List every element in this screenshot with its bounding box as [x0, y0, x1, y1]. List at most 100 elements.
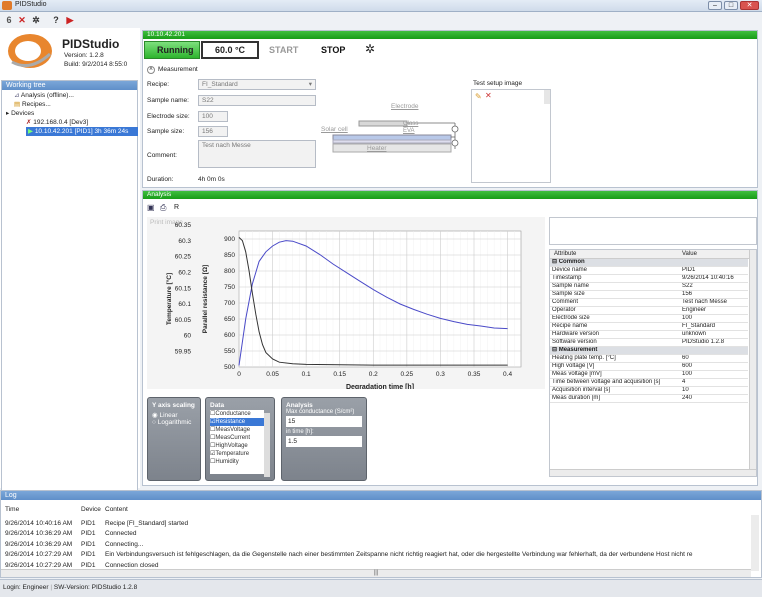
property-attribute: Operator [550, 306, 680, 315]
data-checkbox-resistance[interactable]: ☑Resistance [210, 418, 264, 426]
in-time-label: in time [h]: [286, 429, 314, 435]
log-col-time[interactable]: Time [5, 504, 81, 515]
log-row[interactable]: 9/26/2014 10:36:29 AM PID1 Connected [5, 529, 745, 540]
data-checkbox-highvoltage[interactable]: ☐HighVoltage [210, 442, 264, 450]
max-conductance-field[interactable]: 15 [286, 416, 362, 427]
measurement-collapse-icon[interactable]: ˄ [147, 66, 155, 74]
comment-field[interactable]: Test nach Messe [198, 140, 316, 168]
value-column-header[interactable]: Value [680, 250, 697, 258]
tree-item-device-dev3[interactable]: ✗ 192.168.0.4 [Dev3] [26, 118, 88, 127]
maximize-button[interactable]: □ [724, 1, 738, 10]
exit-icon[interactable]: ▶ [64, 14, 76, 26]
property-row[interactable]: Recipe name FI_Standard [550, 322, 748, 331]
log-hscrollbar[interactable]: ||| [1, 569, 751, 577]
log-row[interactable]: 9/26/2014 10:40:16 AM PID1 Recipe [FI_Stan… [5, 518, 745, 529]
connect-icon[interactable]: 6 [3, 14, 15, 26]
tree-item-device-pid1[interactable]: ▶ 10.10.42.201 [PID1] 3h 36m 24s [26, 127, 138, 136]
property-row[interactable]: Electrode size 100 [550, 314, 748, 323]
property-row[interactable]: Meas voltage [mV] 100 [550, 370, 748, 379]
property-attribute: Timestamp [550, 274, 680, 283]
attribute-column-header[interactable]: Attribute [550, 250, 680, 258]
save-chart-icon[interactable]: ▣ [147, 203, 155, 212]
electrode-size-field[interactable]: 100 [198, 111, 228, 122]
yaxis-scaling-title: Y axis scaling [152, 402, 195, 409]
sample-name-field[interactable]: S22 [198, 95, 316, 106]
close-button[interactable]: ✕ [740, 1, 759, 10]
help-icon[interactable]: ? [50, 14, 62, 26]
property-section[interactable]: ⊟ Common [550, 259, 748, 267]
property-value: FI_Standard [680, 322, 748, 331]
tree-item-analysis[interactable]: ⊿ Analysis (offline)... [14, 91, 74, 100]
remove-image-icon[interactable]: ✕ [485, 91, 492, 100]
minimize-button[interactable]: – [708, 1, 722, 10]
property-row[interactable]: Operator Engineer [550, 306, 748, 315]
property-row[interactable]: Acquisition interval [s] 10 [550, 386, 748, 395]
data-item-label: HighVoltage [215, 443, 248, 449]
measurement-title: Measurement [158, 66, 198, 73]
analysis-params-title: Analysis [286, 402, 313, 409]
in-time-field[interactable]: 1.5 [286, 436, 362, 447]
property-row[interactable]: Comment Test nach Messe [550, 298, 748, 307]
start-button[interactable]: START [269, 45, 298, 55]
log-col-device[interactable]: Device [81, 504, 105, 515]
disconnect-icon[interactable]: ✕ [16, 14, 28, 26]
property-attribute: Device name [550, 266, 680, 275]
temperature-tick-label: 59.95 [175, 349, 192, 356]
image-vscrollbar[interactable] [544, 90, 550, 104]
property-value: PID1 [680, 266, 748, 275]
stop-button[interactable]: STOP [321, 45, 345, 55]
resistance-tick-label: 750 [224, 284, 235, 291]
linear-radio[interactable]: ◉ Linear [152, 411, 196, 419]
tree-item-label: 192.168.0.4 [Dev3] [33, 119, 89, 126]
property-row[interactable]: Meas duration [m] 240 [550, 394, 748, 403]
property-row[interactable]: Hardware version unknown [550, 330, 748, 339]
property-value: 156 [680, 290, 748, 299]
property-row[interactable]: Heating plate temp. [°C] 60 [550, 354, 748, 363]
tree-item-recipes[interactable]: ▤ Recipes... [14, 100, 51, 109]
temperature-tick-label: 60.05 [175, 317, 192, 324]
x-tick-label: 0.4 [503, 371, 512, 378]
property-row[interactable]: High voltage [V] 600 [550, 362, 748, 371]
sample-size-field[interactable]: 156 [198, 126, 228, 137]
property-attribute: Sample size [550, 290, 680, 299]
property-row[interactable]: Time between voltage and acquisition [s]… [550, 378, 748, 387]
logarithmic-label: Logarithmic [157, 419, 192, 426]
property-row[interactable]: Timestamp 9/26/2014 10:40:16 [550, 274, 748, 283]
print-icon[interactable]: ⎙ [160, 203, 166, 213]
data-item-label: Conductance [215, 411, 251, 417]
data-checkbox-measvoltage[interactable]: ☐MeasVoltage [210, 426, 264, 434]
data-group: Data ☐Conductance ☑Resistance ☐MeasVoltage… [205, 397, 275, 481]
device-settings-icon[interactable]: ✲ [365, 42, 375, 56]
tree-item-devices[interactable]: ▸ Devices [6, 109, 34, 118]
logarithmic-radio[interactable]: ○ Logarithmic [152, 419, 196, 426]
recipe-select[interactable]: FI_Standard ▾ [198, 79, 316, 90]
log-col-content[interactable]: Content [105, 504, 745, 515]
load-image-icon[interactable]: ✎ [475, 92, 482, 101]
property-section[interactable]: ⊟ Measurement [550, 346, 748, 355]
settings-icon[interactable]: ✲ [30, 14, 42, 26]
data-list-scrollbar[interactable] [264, 413, 270, 477]
sidebar: PIDStudio Version: 1.2.8 Build: 9/2/2014… [0, 28, 140, 508]
property-attribute: Heating plate temp. [°C] [550, 354, 680, 363]
property-row[interactable]: Sample name S22 [550, 282, 748, 291]
status-running-indicator: Running [144, 41, 200, 59]
r-button[interactable]: R [174, 204, 179, 211]
data-checkbox-conductance[interactable]: ☐Conductance [210, 410, 264, 418]
properties-vscrollbar[interactable] [749, 250, 756, 470]
log-row[interactable]: 9/26/2014 10:36:29 AM PID1 Connecting... [5, 539, 745, 550]
properties-hscrollbar[interactable] [550, 469, 756, 476]
property-row[interactable]: Software version PIDStudio 1.2.8 [550, 338, 748, 347]
property-row[interactable]: Sample size 156 [550, 290, 748, 299]
data-checkbox-temperature[interactable]: ☑Temperature [210, 450, 264, 458]
resistance-tick-label: 800 [224, 268, 235, 275]
log-vscrollbar[interactable] [751, 515, 759, 571]
x-tick-label: 0.2 [369, 371, 378, 378]
resistance-tick-label: 900 [224, 236, 235, 243]
resistance-tick-label: 600 [224, 332, 235, 339]
log-row[interactable]: 9/26/2014 10:27:29 AM PID1 Ein Verbindungs… [5, 550, 745, 561]
x-tick-label: 0 [237, 371, 241, 378]
data-checkbox-meascurrent[interactable]: ☐MeasCurrent [210, 434, 264, 442]
property-row[interactable]: Device name PID1 [550, 266, 748, 275]
property-value: 100 [680, 370, 748, 379]
data-checkbox-humidity[interactable]: ☐Humidity [210, 458, 264, 466]
